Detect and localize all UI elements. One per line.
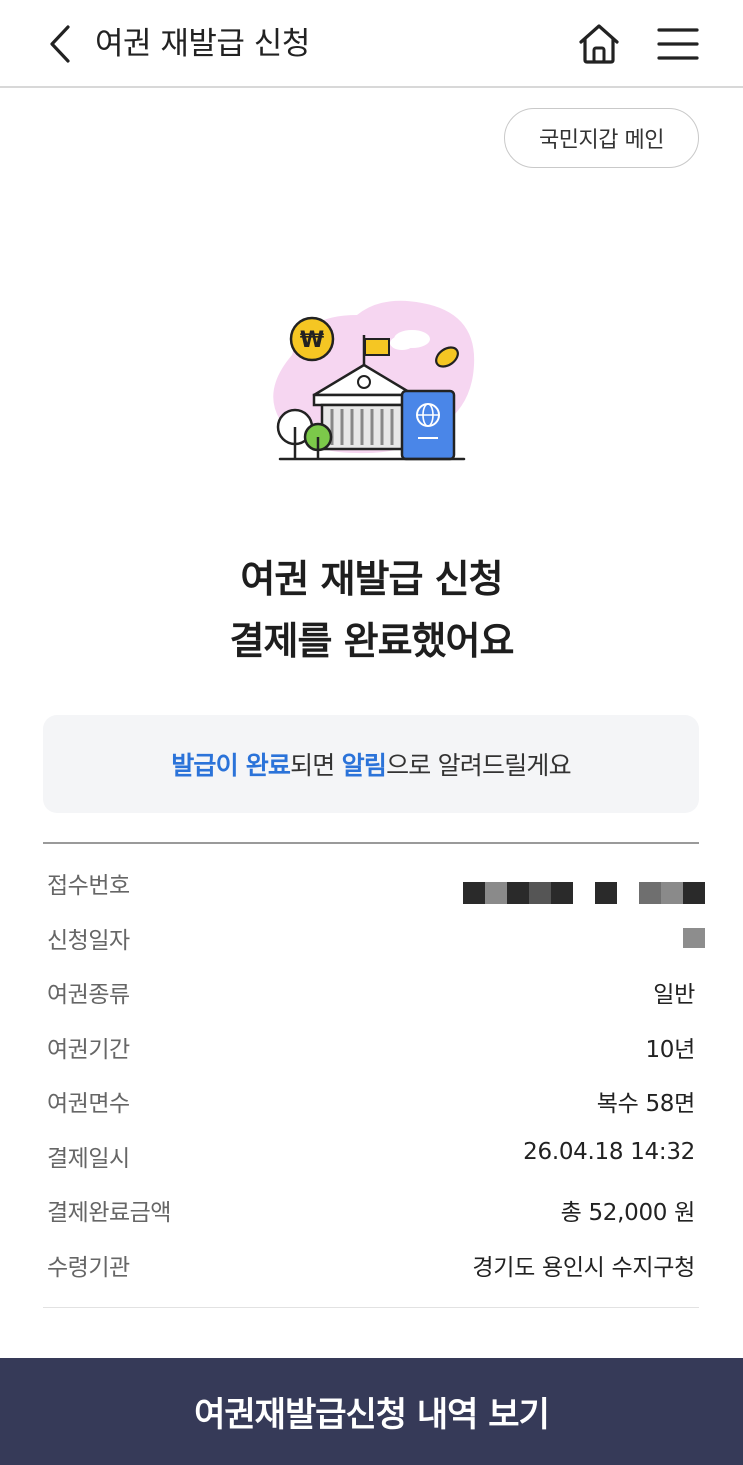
detail-value: 26.04.18 14:32 [523,1138,695,1165]
page-title: 여권 재발급 신청 [95,26,310,62]
detail-value: 복수 58면 [596,1091,696,1117]
redacted-receipt-number [463,882,705,904]
detail-label: 접수번호 [47,873,130,899]
detail-row-apply-date: 신청일자 [43,913,699,968]
wallet-main-button[interactable]: 국민지갑 메인 [504,108,699,168]
completion-headline: 여권 재발급 신청 결제를 완료했어요 [0,548,743,672]
detail-row-payment-datetime: 결제일시 26.04.18 14:32 [43,1131,699,1186]
detail-label: 결제일시 [47,1145,130,1172]
headline-line-2: 결제를 완료했어요 [229,619,515,663]
detail-row-passport-pages: 여권면수 복수 58면 [43,1076,699,1131]
notice-highlight-issue: 발급이 완료 [171,751,291,780]
back-button[interactable] [40,22,80,66]
home-button[interactable] [575,20,623,68]
chevron-left-icon [50,25,70,63]
detail-value: 10년 [645,1036,695,1063]
detail-row-passport-period: 여권기간 10년 [43,1022,699,1077]
view-reissue-history-button[interactable]: 여권재발급신청 내역 보기 [0,1358,743,1465]
detail-value: 총 52,000 원 [560,1200,696,1226]
details-divider-bottom [43,1307,699,1308]
hamburger-menu-icon [657,28,699,60]
notice-text-1: 되면 [290,751,342,780]
government-office-illustration: ₩ [273,300,475,461]
detail-row-passport-type: 여권종류 일반 [43,967,699,1022]
detail-label: 여권기간 [47,1036,130,1063]
detail-label: 여권종류 [47,982,130,1008]
notice-highlight-alert: 알림 [341,751,387,780]
top-app-bar: 여권 재발급 신청 [0,0,743,88]
detail-value: 일반 [653,982,695,1008]
detail-row-pickup-office: 수령기관 경기도 용인시 수지구청 [43,1240,699,1295]
detail-label: 신청일자 [47,927,130,954]
detail-row-payment-amount: 결제완료금액 총 52,000 원 [43,1185,699,1240]
notice-text-2: 으로 알려드릴게요 [386,751,572,780]
notification-notice: 발급이 완료 되면 알림 으로 알려드릴게요 [43,715,699,813]
svg-text:₩: ₩ [300,328,324,353]
detail-row-receipt-no: 접수번호 [43,858,705,948]
menu-button[interactable] [656,22,700,66]
detail-value: 경기도 용인시 수지구청 [472,1254,695,1281]
details-divider-top [43,842,699,844]
headline-line-1: 여권 재발급 신청 [240,557,503,601]
detail-label: 여권면수 [47,1091,130,1117]
home-icon [579,24,619,64]
detail-label: 결제완료금액 [47,1200,171,1226]
payment-details-list: 접수번호 신청일자 여권종류 일반 여권기간 10년 여권면수 복수 58면 결… [43,858,705,1295]
detail-label: 수령기관 [47,1254,130,1281]
